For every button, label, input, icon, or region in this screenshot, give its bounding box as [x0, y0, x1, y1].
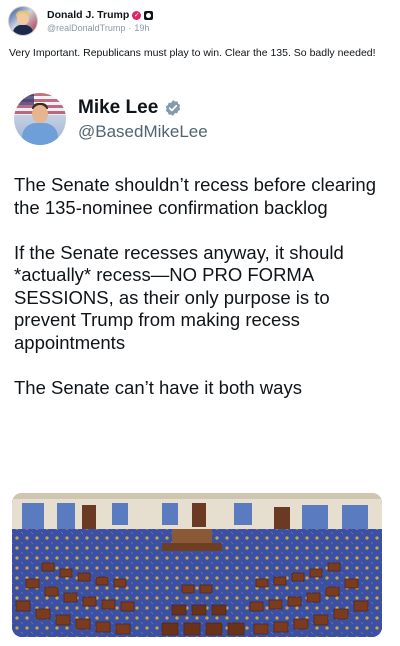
- post-header: Donald J. Trump ✓ @realDonaldTrump · 19h: [8, 6, 154, 36]
- post-time[interactable]: 19h: [134, 23, 149, 33]
- quoted-paragraph: The Senate shouldn’t recess before clear…: [14, 174, 376, 218]
- author-handle[interactable]: @realDonaldTrump: [47, 23, 125, 33]
- meta-separator: ·: [128, 23, 132, 33]
- quoted-post[interactable]: Mike Lee @BasedMikeLee The Senate should…: [0, 80, 400, 646]
- senate-chamber-illustration: [12, 493, 382, 637]
- post-text: Very Important. Republicans must play to…: [9, 47, 376, 59]
- senate-chamber-photo[interactable]: [12, 493, 382, 637]
- quoted-paragraph: The Senate can’t have it both ways: [14, 376, 302, 398]
- author-info: Donald J. Trump ✓ @realDonaldTrump · 19h: [47, 9, 154, 33]
- quoted-post-body: The Senate shouldn’t recess before clear…: [14, 174, 388, 422]
- quoted-author-handle[interactable]: @BasedMikeLee: [78, 122, 208, 142]
- author-name[interactable]: Donald J. Trump: [47, 9, 129, 21]
- verified-icon: ✓: [132, 10, 142, 20]
- verified-badge-icon: [166, 99, 181, 116]
- quoted-author-avatar[interactable]: [14, 93, 66, 145]
- quoted-author-name[interactable]: Mike Lee: [78, 97, 158, 119]
- author-avatar[interactable]: [8, 6, 38, 36]
- quoted-paragraph: If the Senate recesses anyway, it should…: [14, 241, 344, 353]
- account-badge-icon: [144, 10, 154, 20]
- quoted-post-header: Mike Lee @BasedMikeLee: [14, 93, 208, 145]
